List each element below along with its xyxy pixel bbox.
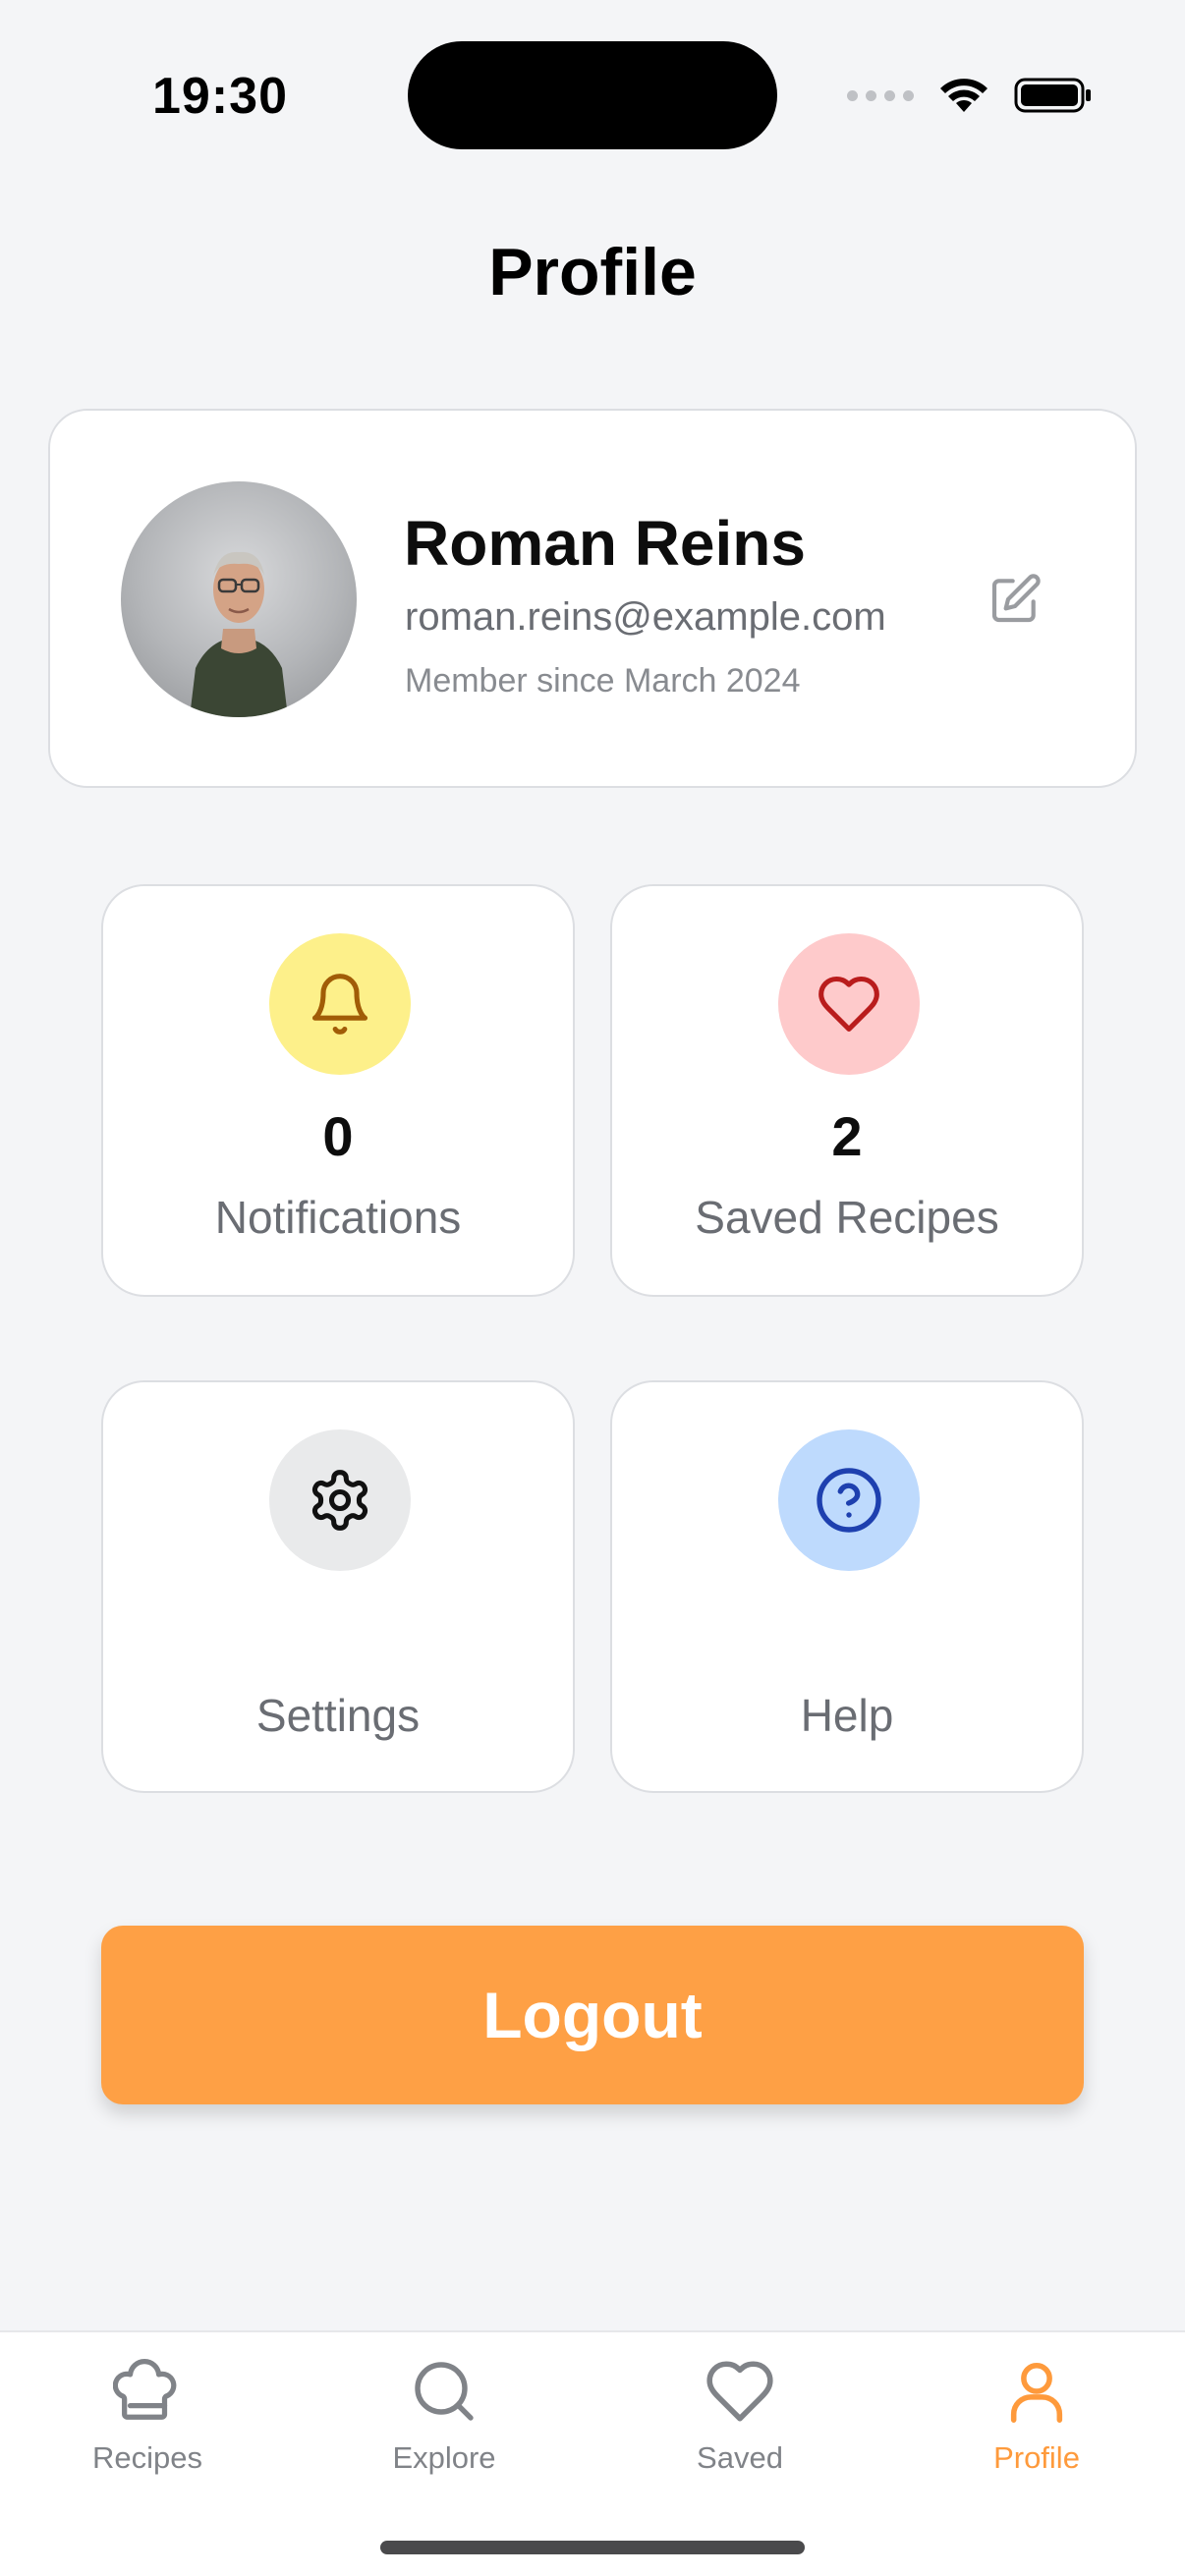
saved-recipes-tile[interactable]: 2 Saved Recipes — [610, 884, 1084, 1297]
status-time: 19:30 — [152, 68, 288, 125]
dynamic-island — [408, 41, 777, 149]
nav-item-saved[interactable]: Saved — [592, 2354, 887, 2501]
chef-hat-icon — [113, 2359, 177, 2420]
bell-icon — [311, 974, 368, 1035]
nav-label-saved: Saved — [697, 2440, 783, 2475]
heart-icon — [706, 2361, 773, 2422]
gear-icon — [311, 1470, 368, 1531]
edit-profile-button[interactable] — [984, 568, 1046, 631]
nav-item-explore[interactable]: Explore — [297, 2354, 592, 2501]
saved-recipes-label: Saved Recipes — [695, 1192, 999, 1243]
settings-icon-circle — [269, 1429, 411, 1571]
page-title: Profile — [488, 235, 697, 309]
help-tile[interactable]: Help — [610, 1380, 1084, 1793]
help-label: Help — [800, 1690, 894, 1741]
saved-recipes-count: 2 — [831, 1105, 863, 1167]
notifications-count: 0 — [322, 1105, 354, 1167]
nav-label-recipes: Recipes — [92, 2440, 202, 2475]
status-bar: 19:30 — [0, 0, 1185, 187]
logout-button[interactable]: Logout — [101, 1926, 1084, 2104]
search-icon — [415, 2362, 474, 2421]
saved-recipes-icon-circle — [778, 933, 920, 1075]
avatar-image — [190, 551, 288, 717]
profile-email: roman.reins@example.com — [405, 595, 886, 639]
edit-icon — [991, 574, 1041, 623]
notifications-icon-circle — [269, 933, 411, 1075]
profile-name: Roman Reins — [404, 508, 806, 579]
avatar[interactable] — [121, 481, 357, 717]
bottom-nav: Recipes Explore Saved Profile — [0, 2330, 1185, 2576]
notifications-tile[interactable]: 0 Notifications — [101, 884, 575, 1297]
help-icon-circle — [778, 1429, 920, 1571]
nav-item-profile[interactable]: Profile — [889, 2354, 1184, 2501]
member-since: Member since March 2024 — [405, 662, 801, 700]
nav-label-profile: Profile — [993, 2440, 1080, 2475]
nav-label-explore: Explore — [392, 2440, 496, 2475]
wifi-icon — [940, 79, 988, 112]
help-icon — [817, 1468, 881, 1533]
battery-icon — [1014, 78, 1091, 113]
settings-tile[interactable]: Settings — [101, 1380, 575, 1793]
settings-label: Settings — [255, 1690, 421, 1741]
status-indicators — [847, 71, 1093, 120]
user-icon — [1010, 2362, 1063, 2423]
nav-item-recipes[interactable]: Recipes — [0, 2354, 295, 2501]
cellular-signal-icon — [847, 89, 914, 101]
heart-icon — [818, 976, 879, 1033]
notifications-label: Notifications — [214, 1192, 462, 1243]
home-indicator — [380, 2541, 805, 2554]
profile-card: Roman Reins roman.reins@example.com Memb… — [48, 409, 1137, 788]
